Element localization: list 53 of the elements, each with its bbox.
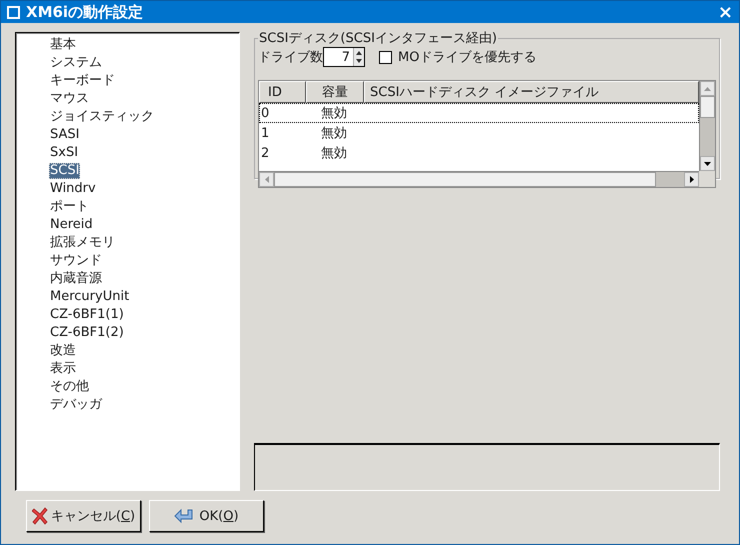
category-item[interactable]: CZ-6BF1(1)	[49, 307, 125, 323]
category-item[interactable]: デバッガ	[49, 397, 103, 413]
table-cell-text: 無効	[320, 125, 348, 142]
scroll-up-icon[interactable]	[700, 81, 715, 96]
category-item[interactable]: キーボード	[49, 73, 116, 89]
category-item[interactable]: 基本	[49, 37, 77, 53]
category-item[interactable]: 改造	[49, 343, 77, 359]
table-cell-text: 1	[260, 126, 270, 140]
horizontal-scrollbar[interactable]	[259, 171, 699, 187]
window-title: XM6iの動作設定	[26, 2, 144, 22]
table-cell-text: 2	[260, 146, 270, 160]
category-item[interactable]: ジョイスティック	[49, 109, 155, 125]
table-cell-text: 無効	[320, 145, 348, 162]
drive-count-label: ドライブ数	[258, 49, 323, 66]
column-header[interactable]: ID	[259, 81, 306, 103]
group-title: SCSIディスク(SCSIインタフェース経由)	[258, 31, 498, 46]
spin-arrows-icon[interactable]	[353, 48, 364, 66]
scroll-thumb[interactable]	[274, 172, 656, 187]
column-header[interactable]: SCSIハードディスク イメージファイル	[364, 81, 699, 103]
category-item[interactable]: 内蔵音源	[49, 271, 103, 287]
category-item[interactable]: 拡張メモリ	[49, 235, 116, 251]
checkbox[interactable]	[379, 50, 392, 64]
scroll-down-icon[interactable]	[700, 156, 715, 171]
category-item[interactable]: SCSI	[49, 163, 80, 179]
close-button[interactable]: ×	[718, 2, 733, 22]
category-item[interactable]: システム	[49, 55, 103, 71]
scroll-thumb[interactable]	[700, 96, 715, 118]
cross-icon	[32, 507, 48, 525]
drive-count-spinner[interactable]: 7	[323, 47, 365, 67]
scroll-right-icon[interactable]	[684, 172, 699, 187]
scroll-left-icon[interactable]	[259, 172, 274, 187]
checkbox-label: MOドライブを優先する	[398, 49, 536, 66]
category-item[interactable]: Nereid	[49, 217, 94, 233]
cancel-button[interactable]: キャンセル(C)	[26, 500, 141, 532]
category-item[interactable]: SASI	[49, 127, 80, 143]
ok-button[interactable]: OK(O)	[149, 500, 264, 532]
vertical-scrollbar[interactable]	[699, 81, 715, 171]
category-item[interactable]: その他	[49, 379, 90, 395]
category-item[interactable]: マウス	[49, 91, 90, 107]
window-menu-icon[interactable]	[7, 6, 20, 18]
table-row[interactable]: 2 無効	[259, 143, 699, 163]
column-header[interactable]: 容量	[306, 81, 364, 103]
table-cell-text: 0	[260, 106, 270, 120]
category-item[interactable]: MercuryUnit	[49, 289, 130, 305]
table-row[interactable]: 1 無効	[259, 123, 699, 143]
table-row[interactable]: 0 無効	[259, 103, 699, 123]
category-item[interactable]: Windrv	[49, 181, 97, 197]
category-item[interactable]: 表示	[49, 361, 77, 377]
category-item[interactable]: ポート	[49, 199, 90, 215]
category-item[interactable]: サウンド	[49, 253, 103, 269]
table-cell-text: 無効	[320, 105, 348, 122]
category-item[interactable]: CZ-6BF1(2)	[49, 325, 125, 341]
category-item[interactable]: SxSI	[49, 145, 80, 161]
